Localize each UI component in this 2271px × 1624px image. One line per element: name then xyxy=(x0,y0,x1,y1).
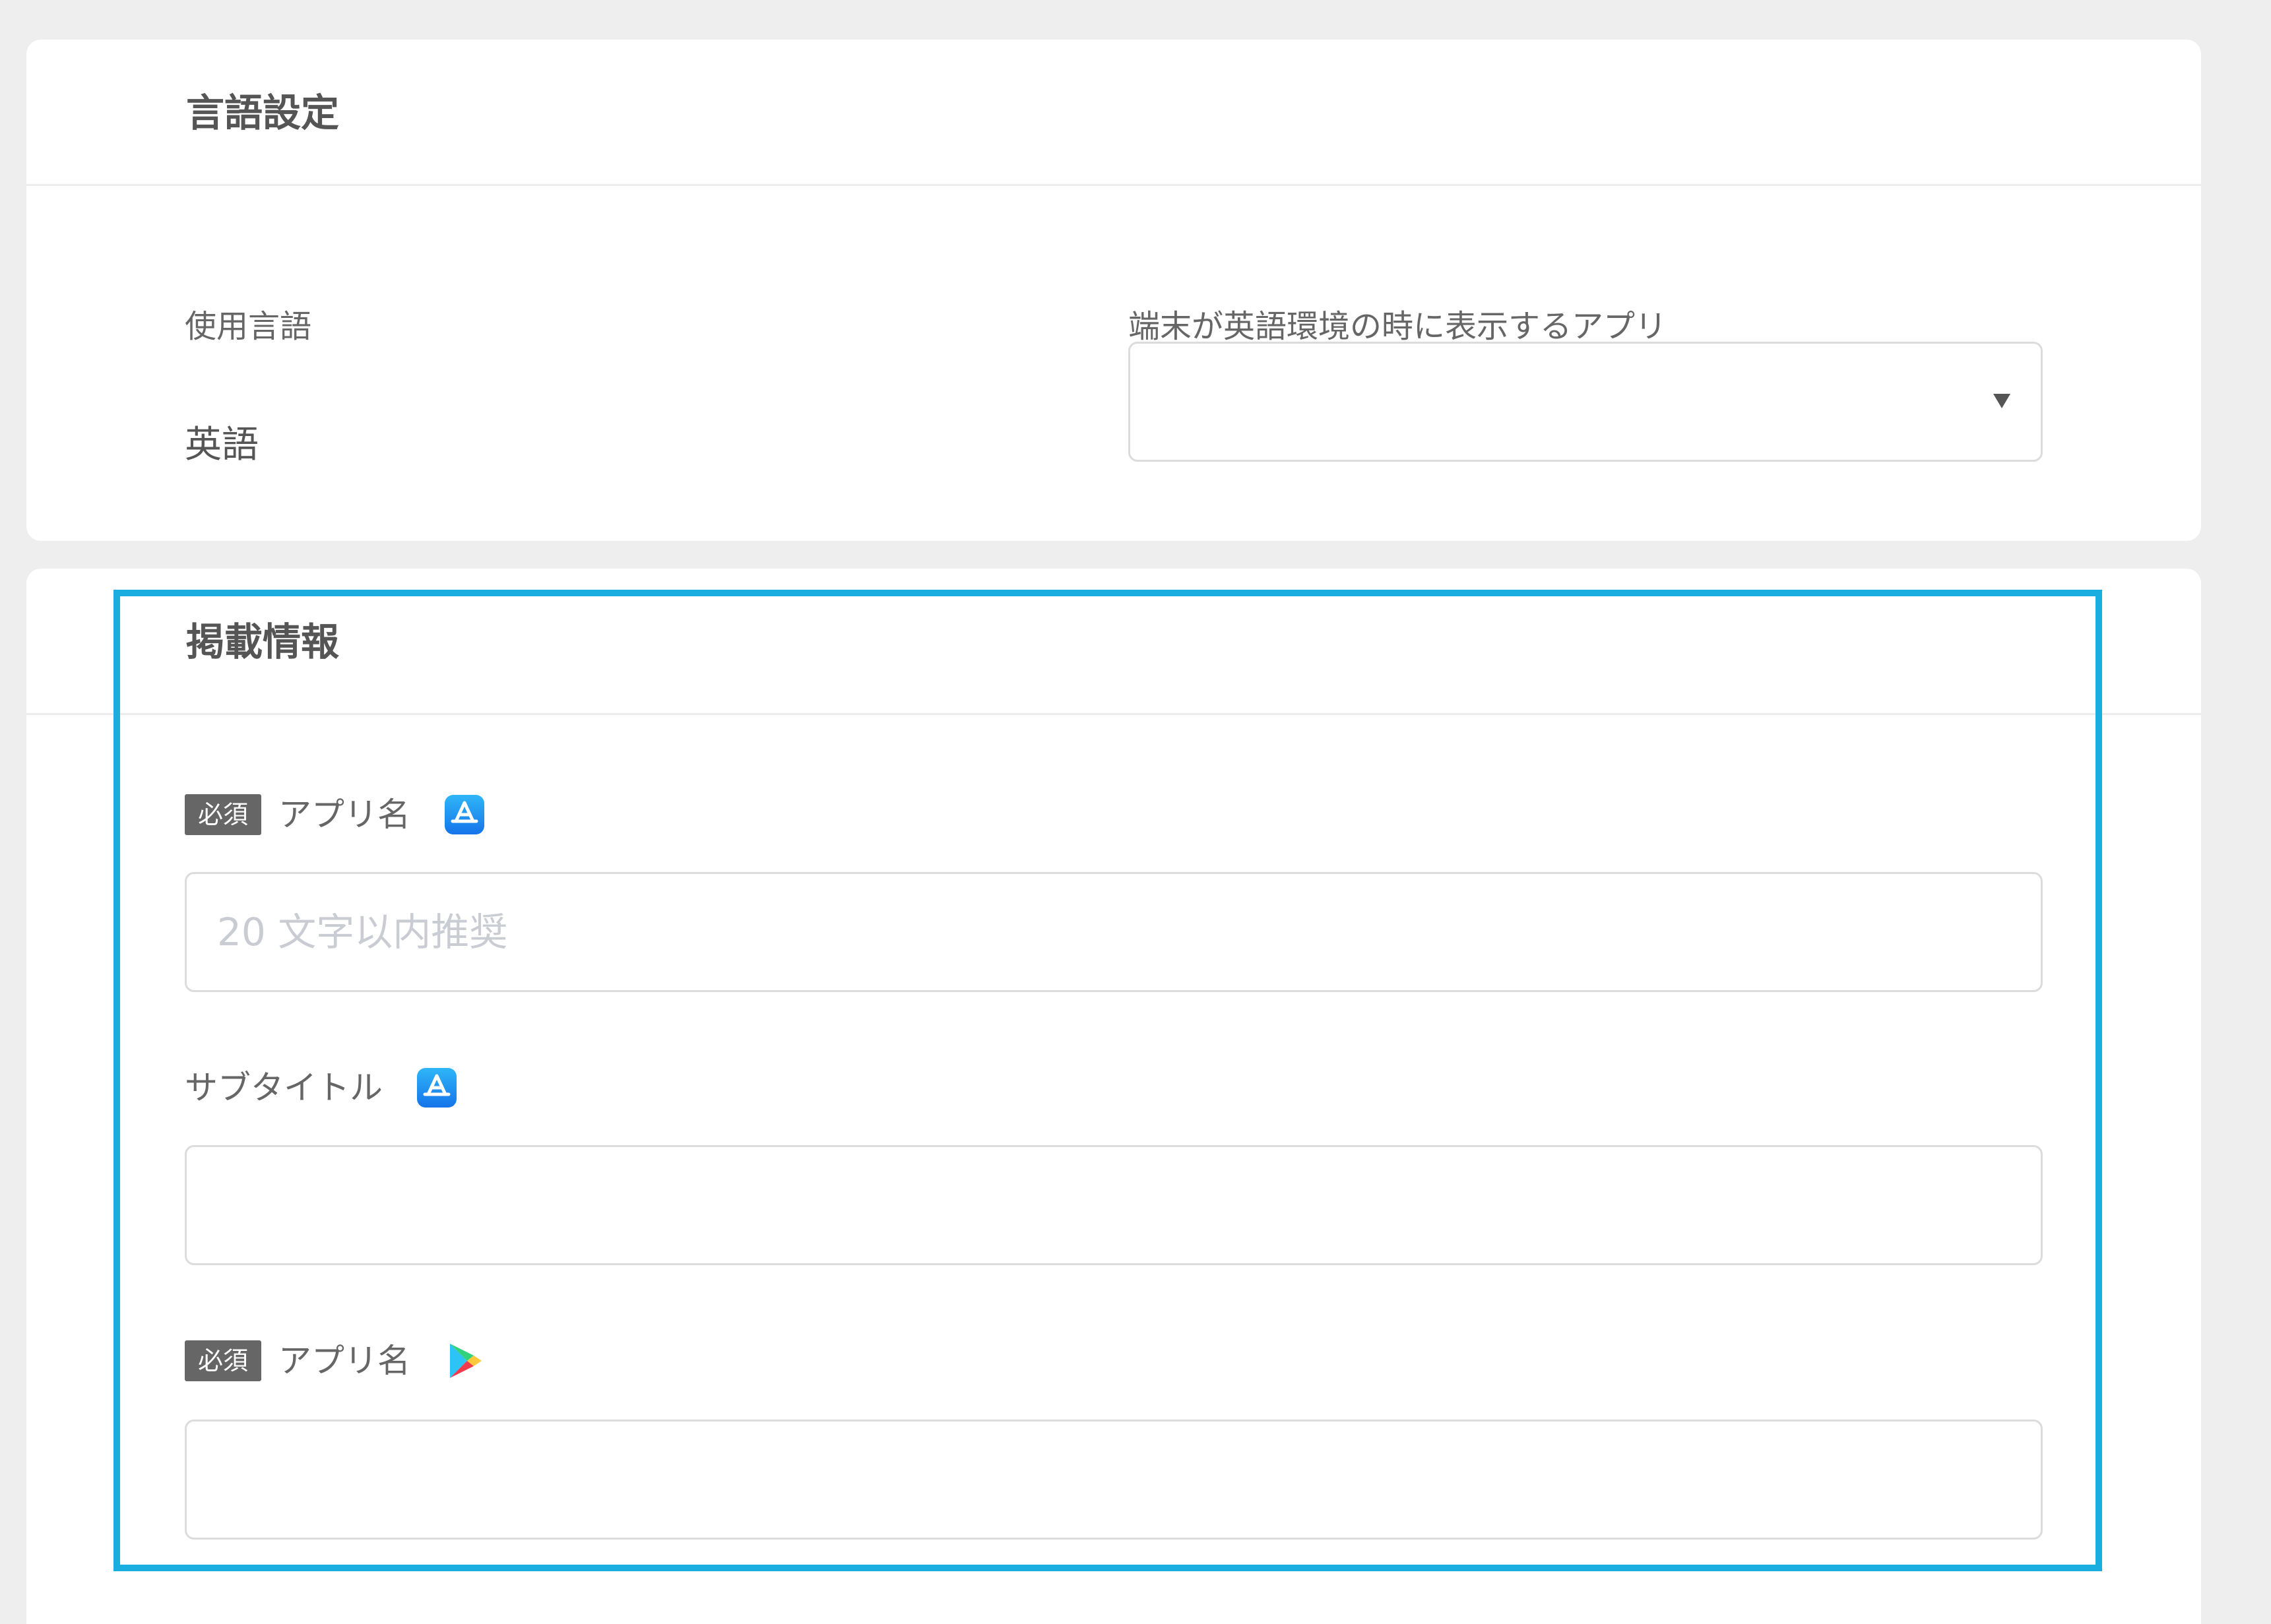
english-app-label: 端末が英語環境の時に表示するアプリ xyxy=(1128,308,1667,345)
required-badge: 必須 xyxy=(185,794,262,835)
language-settings-card: 言語設定 使用言語 英語 端末が英語環境の時に表示するアプリ xyxy=(26,40,2201,541)
language-settings-header: 言語設定 xyxy=(26,40,2201,186)
app-store-icon xyxy=(417,1068,457,1108)
listing-info-header: 掲載情報 xyxy=(26,569,2201,715)
subtitle-input[interactable] xyxy=(185,1145,2043,1265)
used-language-label: 使用言語 xyxy=(185,308,312,345)
used-language-value: 英語 xyxy=(185,423,259,466)
chevron-down-icon xyxy=(1993,394,2010,408)
app-name-ios-label: アプリ名 xyxy=(278,796,411,834)
subtitle-label-row: サブタイトル xyxy=(185,1065,457,1111)
required-badge: 必須 xyxy=(185,1340,262,1381)
subtitle-label: サブタイトル xyxy=(185,1069,383,1107)
app-name-ios-label-row: 必須 アプリ名 xyxy=(185,792,485,838)
app-store-icon xyxy=(445,795,485,834)
app-name-ios-input[interactable] xyxy=(185,872,2043,992)
listing-info-card: 掲載情報 必須 アプリ名 サブタイトル xyxy=(26,569,2201,1624)
app-name-android-label: アプリ名 xyxy=(278,1342,411,1380)
language-settings-title: 言語設定 xyxy=(186,90,340,135)
listing-info-title: 掲載情報 xyxy=(186,619,340,664)
google-play-icon xyxy=(445,1341,484,1381)
app-name-android-input[interactable] xyxy=(185,1420,2043,1540)
app-name-android-label-row: 必須 アプリ名 xyxy=(185,1338,484,1384)
english-app-select[interactable] xyxy=(1128,342,2043,462)
